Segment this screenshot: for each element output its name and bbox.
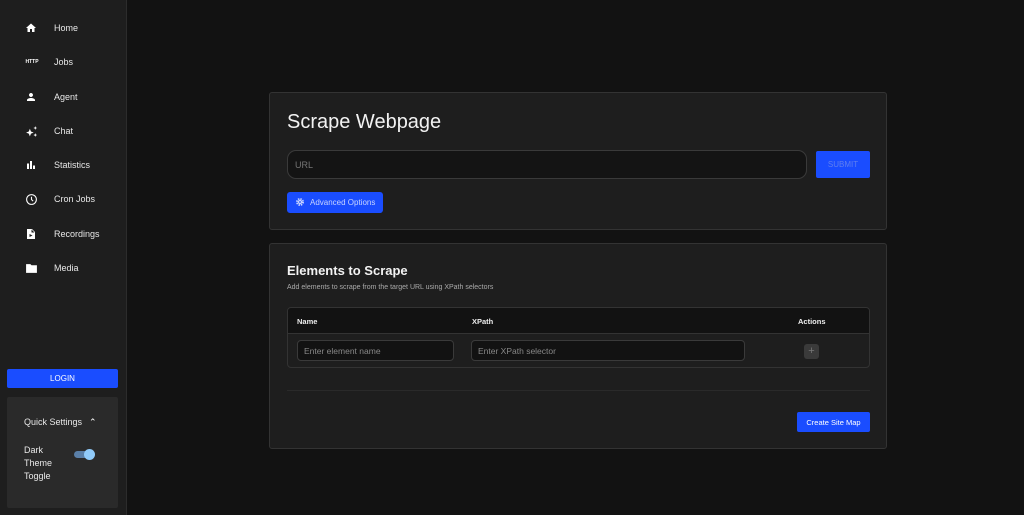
quick-settings-title[interactable]: Quick Settings xyxy=(24,417,82,427)
column-header-actions: Actions xyxy=(798,317,826,326)
sidebar-item-agent[interactable]: Agent xyxy=(0,82,126,112)
clock-icon xyxy=(24,192,38,206)
xpath-selector-input[interactable] xyxy=(471,340,745,361)
section-subtitle: Add elements to scrape from the target U… xyxy=(287,284,493,291)
dark-theme-toggle[interactable] xyxy=(74,449,96,459)
chevron-up-icon[interactable]: ⌃ xyxy=(89,417,97,428)
column-header-xpath: XPath xyxy=(472,317,493,326)
sidebar-item-label: Home xyxy=(54,23,78,33)
sparkle-icon xyxy=(24,124,38,138)
login-button[interactable]: LOGIN xyxy=(7,369,118,388)
divider xyxy=(287,390,870,391)
section-title: Elements to Scrape xyxy=(287,263,408,278)
toggle-thumb xyxy=(84,449,95,460)
gear-icon xyxy=(295,197,305,209)
create-site-map-button[interactable]: Create Site Map xyxy=(797,412,870,432)
element-name-input[interactable] xyxy=(297,340,454,361)
url-input[interactable] xyxy=(287,150,807,179)
table-header: Name XPath Actions xyxy=(288,308,869,334)
sidebar-item-label: Cron Jobs xyxy=(54,194,95,204)
elements-table: Name XPath Actions + xyxy=(287,307,870,368)
sidebar-item-recordings[interactable]: Recordings xyxy=(0,219,126,249)
elements-to-scrape-card: Elements to Scrape Add elements to scrap… xyxy=(269,243,887,449)
person-icon xyxy=(24,90,38,104)
sidebar-item-statistics[interactable]: Statistics xyxy=(0,150,126,180)
sidebar-item-media[interactable]: Media xyxy=(0,253,126,283)
http-icon: HTTP xyxy=(24,55,40,69)
sidebar-item-label: Chat xyxy=(54,126,73,136)
submit-button[interactable]: SUBMIT xyxy=(816,151,870,178)
bar-chart-icon xyxy=(24,158,38,172)
column-header-name: Name xyxy=(297,317,317,326)
quick-settings-panel: Quick Settings ⌃ Dark Theme Toggle xyxy=(7,397,118,508)
home-icon xyxy=(24,21,38,35)
sidebar-item-label: Statistics xyxy=(54,160,90,170)
sidebar-item-label: Agent xyxy=(54,92,78,102)
sidebar-item-label: Jobs xyxy=(54,57,73,67)
dark-theme-toggle-label: Dark Theme Toggle xyxy=(24,444,64,483)
page-title: Scrape Webpage xyxy=(287,111,441,134)
sidebar-item-jobs[interactable]: HTTP Jobs xyxy=(0,47,126,77)
advanced-options-label: Advanced Options xyxy=(310,198,375,207)
sidebar-item-chat[interactable]: Chat xyxy=(0,116,126,146)
advanced-options-button[interactable]: Advanced Options xyxy=(287,192,383,213)
scrape-webpage-card: Scrape Webpage SUBMIT Advanced Options xyxy=(269,92,887,230)
sidebar: Home HTTP Jobs Agent Chat Statistics Cro… xyxy=(0,0,127,515)
sidebar-item-label: Recordings xyxy=(54,229,100,239)
sidebar-item-cron-jobs[interactable]: Cron Jobs xyxy=(0,184,126,214)
sidebar-item-home[interactable]: Home xyxy=(0,13,126,43)
sidebar-item-label: Media xyxy=(54,263,79,273)
folder-icon xyxy=(24,261,38,275)
add-element-button[interactable]: + xyxy=(804,344,819,359)
file-icon xyxy=(24,227,38,241)
